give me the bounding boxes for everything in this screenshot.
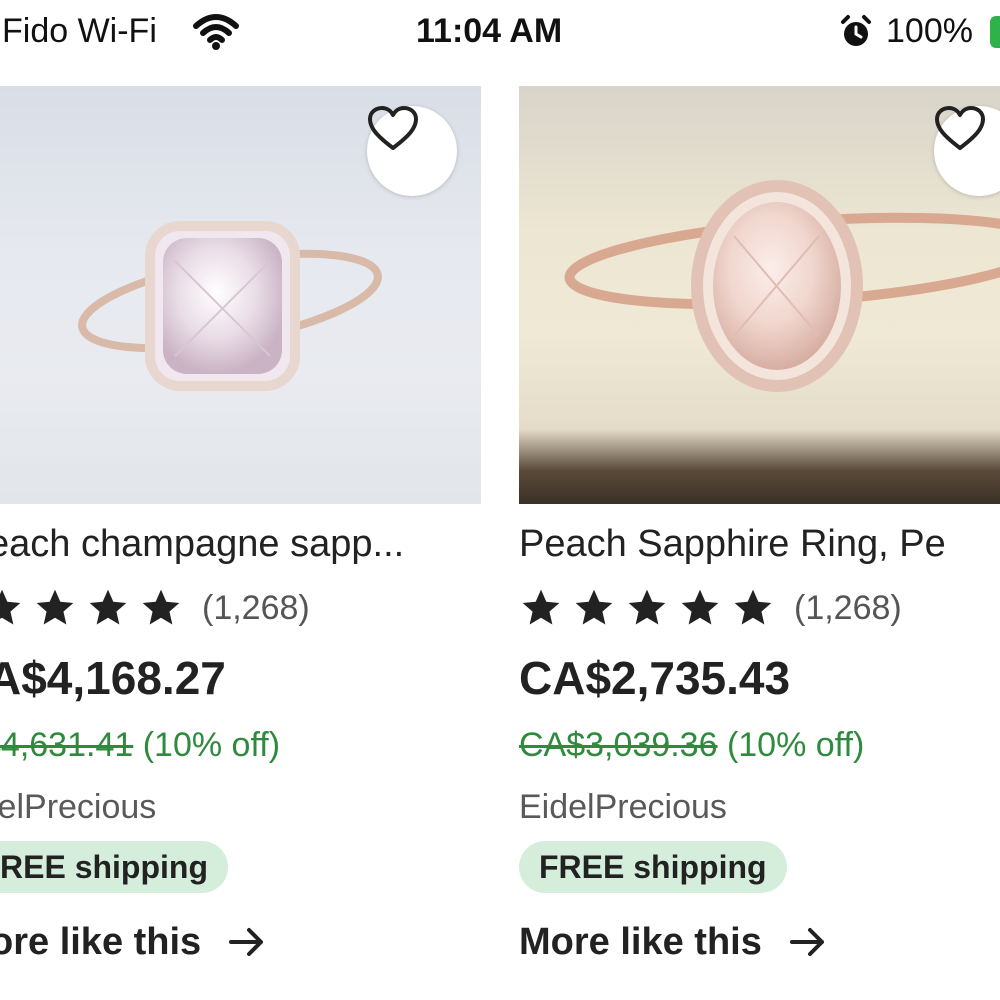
shipping-label: REE shipping <box>0 848 208 885</box>
original-price-row: $4,631.41 (10% off) <box>0 726 280 765</box>
star-icon <box>681 589 719 625</box>
listing-card[interactable]: each champagne sapp... (1,268) A$4,168.2… <box>0 86 481 986</box>
star-icon <box>522 589 560 625</box>
original-price: CA$3,039.36 <box>519 726 718 764</box>
wifi-icon <box>193 14 239 50</box>
star-icon <box>0 589 21 625</box>
battery-percentage: 100% <box>886 12 973 50</box>
sale-price: A$4,168.27 <box>0 652 226 704</box>
star-icon <box>89 589 127 625</box>
heart-outline-icon <box>368 106 418 150</box>
discount-label: (10% off) <box>726 726 865 764</box>
shop-name[interactable]: EidelPrecious <box>519 788 727 827</box>
rating-row: (1,268) <box>519 586 902 630</box>
more-like-this-label: ore like this <box>0 920 202 963</box>
shop-name[interactable]: lelPrecious <box>0 788 156 827</box>
ring-photo <box>564 180 1000 392</box>
sale-price: CA$2,735.43 <box>519 652 791 704</box>
more-like-this-link[interactable]: ore like this <box>0 918 267 966</box>
heart-outline-icon <box>935 106 985 150</box>
review-count: (1,268) <box>794 588 902 627</box>
free-shipping-badge: FREE shipping <box>519 841 787 893</box>
arrow-right-icon <box>229 928 264 956</box>
shipping-label: FREE shipping <box>539 848 767 885</box>
listing-title[interactable]: Peach Sapphire Ring, Pe <box>519 523 999 566</box>
original-price-row: CA$3,039.36 (10% off) <box>519 726 864 765</box>
star-icon <box>628 589 666 625</box>
listing-card[interactable]: Peach Sapphire Ring, Pe (1,268) CA$2,735… <box>519 86 1000 986</box>
listing-image[interactable] <box>0 86 481 504</box>
favorite-button[interactable] <box>367 106 457 196</box>
arrow-right-icon <box>789 928 824 956</box>
star-icon <box>575 589 613 625</box>
rating-row: (1,268) <box>0 586 310 630</box>
status-bar: Fido Wi-Fi 11:04 AM 100% <box>0 0 1000 70</box>
more-like-this-label: More like this <box>519 920 762 963</box>
listing-title[interactable]: each champagne sapp... <box>0 523 468 566</box>
original-price: $4,631.41 <box>0 726 134 764</box>
carrier-name: Fido Wi-Fi <box>2 12 157 50</box>
free-shipping-badge: REE shipping <box>0 841 228 893</box>
star-icon <box>36 589 74 625</box>
listing-image[interactable] <box>519 86 1000 504</box>
review-count: (1,268) <box>202 588 310 627</box>
discount-label: (10% off) <box>142 726 281 764</box>
status-time: 11:04 AM <box>416 12 563 50</box>
star-icon <box>142 589 180 625</box>
star-icon <box>734 589 772 625</box>
alarm-clock-icon <box>841 15 871 46</box>
battery-icon <box>990 16 1000 48</box>
more-like-this-link[interactable]: More like this <box>519 918 828 966</box>
